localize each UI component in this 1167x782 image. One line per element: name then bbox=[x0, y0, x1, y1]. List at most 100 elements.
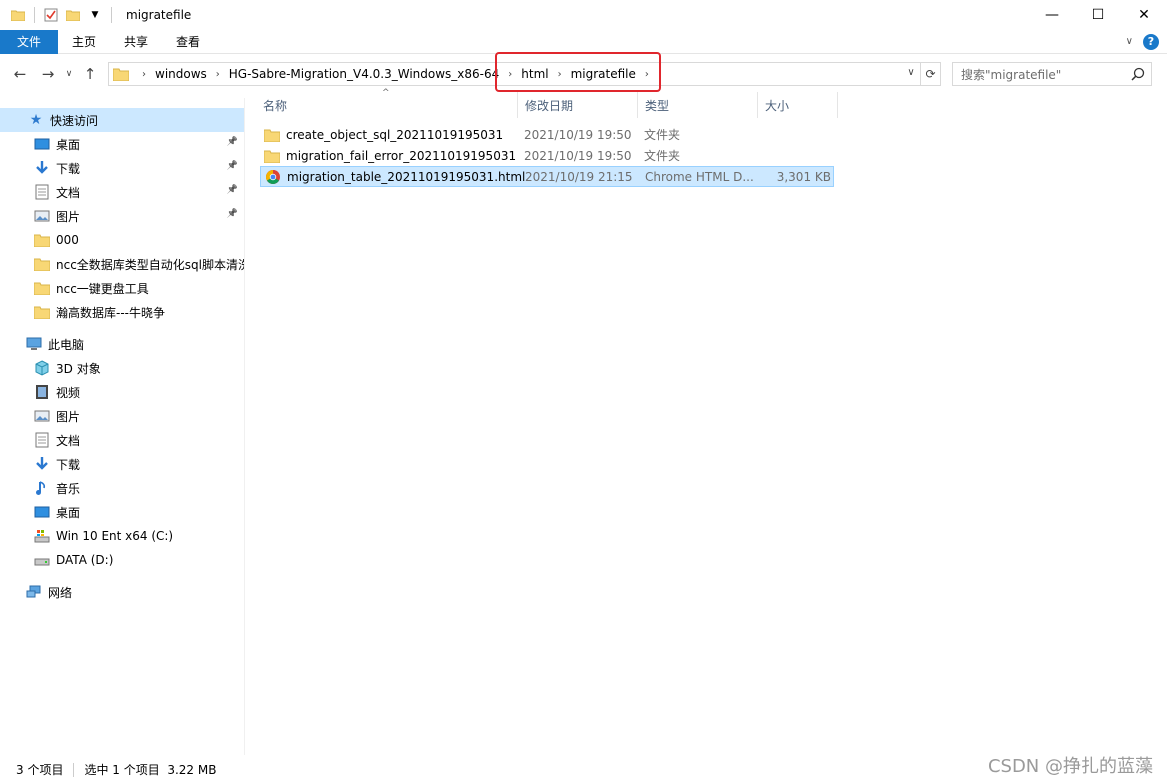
download-icon bbox=[34, 456, 50, 472]
close-button[interactable]: ✕ bbox=[1121, 0, 1167, 30]
sidebar-item-label: ncc全数据库类型自动化sql脚本清洗 bbox=[56, 257, 245, 272]
document-icon bbox=[34, 432, 50, 448]
annotation-highlight-box bbox=[495, 52, 661, 92]
breadcrumb-windows[interactable]: windows bbox=[149, 67, 213, 81]
star-icon: ★ bbox=[29, 112, 43, 128]
sidebar-item-pc-5[interactable]: 音乐 bbox=[0, 476, 244, 500]
sidebar-item-label: DATA (D:) bbox=[56, 553, 114, 567]
tab-file[interactable]: 文件 bbox=[0, 29, 58, 54]
column-name[interactable]: 名称 bbox=[256, 92, 518, 118]
sidebar-item-pc-8[interactable]: DATA (D:) bbox=[0, 548, 244, 572]
properties-icon[interactable] bbox=[43, 7, 59, 23]
folder-icon bbox=[34, 256, 50, 272]
sidebar-item-quick-2[interactable]: 文档 📌 bbox=[0, 180, 244, 204]
tab-home[interactable]: 主页 bbox=[58, 30, 110, 54]
forward-button[interactable]: → bbox=[34, 60, 62, 88]
expand-ribbon-chevron-icon[interactable]: ∨ bbox=[1126, 36, 1133, 47]
sidebar-item-pc-2[interactable]: 图片 bbox=[0, 404, 244, 428]
file-row[interactable]: migration_fail_error_20211019195031 2021/… bbox=[260, 145, 834, 166]
column-size[interactable]: 大小 bbox=[758, 92, 838, 118]
sidebar-item-pc-1[interactable]: 视频 bbox=[0, 380, 244, 404]
sidebar-item-quick-6[interactable]: ncc一键更盘工具 bbox=[0, 276, 244, 300]
chevron-right-icon[interactable]: › bbox=[213, 69, 223, 80]
sidebar-item-label: 下载 bbox=[56, 457, 81, 472]
folder-icon bbox=[264, 127, 280, 143]
column-type[interactable]: 类型 bbox=[638, 92, 758, 118]
sidebar-item-pc-3[interactable]: 文档 bbox=[0, 428, 244, 452]
sidebar-item-label: 网络 bbox=[48, 585, 73, 600]
sidebar-item-pc-6[interactable]: 桌面 bbox=[0, 500, 244, 524]
sidebar-item-label: 桌面 bbox=[56, 505, 81, 520]
sidebar-item-pc-7[interactable]: Win 10 Ent x64 (C:) bbox=[0, 524, 244, 548]
picture-icon bbox=[34, 208, 50, 224]
column-headers: ^ 名称 修改日期 类型 大小 bbox=[256, 88, 856, 118]
sidebar-item-quick-0[interactable]: 桌面 📌 bbox=[0, 132, 244, 156]
sidebar-item-label: 文档 bbox=[56, 185, 81, 200]
refresh-button[interactable]: ⟳ bbox=[921, 62, 941, 86]
navigation-pane: ★ 快速访问 桌面 📌 下载 📌 文档 📌 图片 📌 000 ncc全数据库类型自动化sql脚本清… bbox=[0, 98, 245, 755]
sidebar-item-label: 图片 bbox=[56, 209, 81, 224]
sidebar-item-label: 下载 bbox=[56, 161, 81, 176]
help-icon[interactable]: ? bbox=[1143, 33, 1159, 50]
pin-icon[interactable]: 📌 bbox=[227, 161, 238, 171]
selection-info: 选中 1 个项目 3.22 MB bbox=[84, 763, 217, 777]
chevron-right-icon[interactable]: › bbox=[139, 69, 149, 80]
video-icon bbox=[34, 384, 50, 400]
folder-icon bbox=[264, 148, 280, 164]
sidebar-item-quick-4[interactable]: 000 bbox=[0, 228, 244, 252]
new-folder-icon[interactable] bbox=[65, 7, 81, 23]
sidebar-item-quick-7[interactable]: 瀚高数据库---牛晓争 bbox=[0, 300, 244, 324]
file-type: 文件夹 bbox=[644, 128, 681, 142]
column-date[interactable]: 修改日期 bbox=[518, 92, 638, 118]
picture-icon bbox=[34, 408, 50, 424]
sidebar-item-quick-1[interactable]: 下载 📌 bbox=[0, 156, 244, 180]
download-icon bbox=[34, 160, 50, 176]
tab-share[interactable]: 共享 bbox=[110, 30, 162, 54]
customize-qa-chevron-icon[interactable]: ▼ bbox=[87, 7, 103, 23]
pin-icon[interactable]: 📌 bbox=[227, 137, 238, 147]
sidebar-item-quick-3[interactable]: 图片 📌 bbox=[0, 204, 244, 228]
file-size: 3,301 KB bbox=[776, 169, 831, 184]
sidebar-item-label: ncc一键更盘工具 bbox=[56, 281, 149, 296]
sidebar-item-this-pc[interactable]: 此电脑 bbox=[0, 332, 244, 356]
sidebar-item-pc-4[interactable]: 下载 bbox=[0, 452, 244, 476]
sidebar-item-label: 音乐 bbox=[56, 481, 81, 496]
computer-icon bbox=[26, 336, 42, 352]
maximize-button[interactable]: ☐ bbox=[1075, 0, 1121, 30]
back-button[interactable]: ← bbox=[6, 60, 34, 88]
breadcrumb-hg-sabre[interactable]: HG-Sabre-Migration_V4.0.3_Windows_x86-64 bbox=[223, 67, 505, 81]
file-row[interactable]: migration_table_20211019195031.html 2021/… bbox=[260, 166, 834, 187]
sidebar-item-pc-0[interactable]: 3D 对象 bbox=[0, 356, 244, 380]
file-type: Chrome HTML D... bbox=[645, 169, 754, 184]
sidebar-item-quick-access[interactable]: ★ 快速访问 bbox=[0, 108, 244, 132]
pin-icon[interactable]: 📌 bbox=[227, 185, 238, 195]
document-icon bbox=[34, 184, 50, 200]
folder-icon[interactable] bbox=[10, 7, 26, 23]
recent-locations-chevron-icon[interactable]: ∨ bbox=[62, 60, 76, 88]
folder-icon bbox=[113, 67, 129, 81]
tab-view[interactable]: 查看 bbox=[162, 30, 214, 54]
address-dropdown-icon[interactable]: ∨ bbox=[904, 67, 918, 78]
file-date: 2021/10/19 19:50 bbox=[524, 127, 632, 142]
sidebar-item-label: 000 bbox=[56, 233, 79, 247]
network-icon bbox=[26, 584, 42, 600]
file-date: 2021/10/19 19:50 bbox=[524, 148, 632, 163]
sidebar-item-label: 桌面 bbox=[56, 137, 81, 152]
drive-icon bbox=[34, 552, 50, 568]
folder-icon bbox=[34, 232, 50, 248]
sidebar-item-network[interactable]: 网络 bbox=[0, 580, 244, 604]
window-title: migratefile bbox=[126, 8, 192, 22]
up-button[interactable]: ↑ bbox=[76, 60, 104, 88]
minimize-button[interactable]: — bbox=[1029, 0, 1075, 30]
file-row[interactable]: create_object_sql_20211019195031 2021/10/… bbox=[260, 124, 834, 145]
sidebar-item-label: 视频 bbox=[56, 385, 81, 400]
desktop-icon bbox=[34, 504, 50, 520]
file-name: migration_table_20211019195031.html bbox=[287, 169, 526, 184]
watermark: CSDN @挣扎的蓝藻 bbox=[987, 756, 1153, 777]
sidebar-item-label: Win 10 Ent x64 (C:) bbox=[56, 529, 174, 543]
file-type: 文件夹 bbox=[644, 149, 681, 163]
pin-icon[interactable]: 📌 bbox=[227, 209, 238, 219]
search-icon bbox=[1131, 67, 1145, 84]
search-input[interactable]: 搜索"migratefile" bbox=[952, 62, 1152, 86]
sidebar-item-quick-5[interactable]: ncc全数据库类型自动化sql脚本清洗 bbox=[0, 252, 244, 276]
